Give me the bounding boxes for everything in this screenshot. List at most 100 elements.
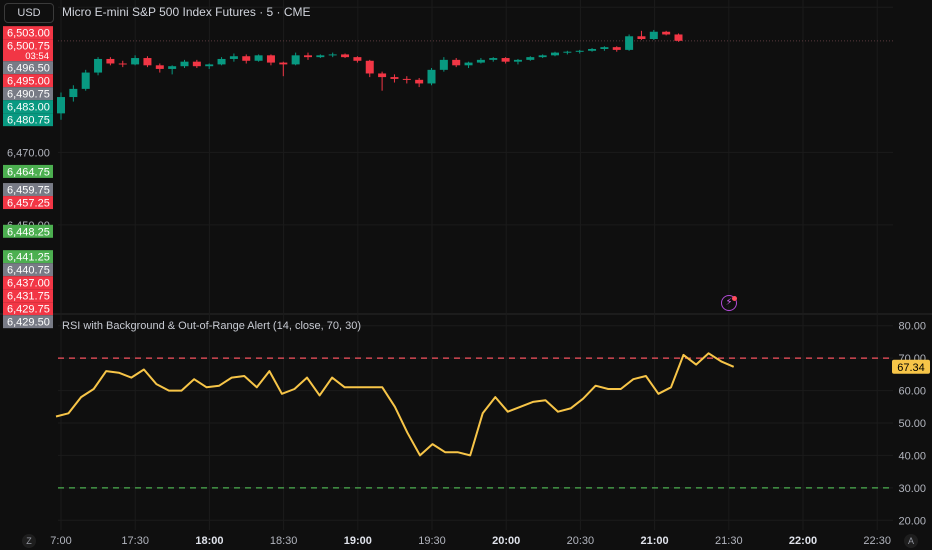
time-axis: 7:00 17:30 18:00 18:30 19:00 19:30 20:00 20:30 2… — [50, 535, 891, 547]
price-label-text: 6,459.75 — [7, 185, 50, 197]
candle-body — [674, 34, 683, 41]
candle-body — [353, 57, 362, 61]
price-label-text: 6,437.00 — [7, 278, 50, 290]
candle-body — [279, 62, 288, 65]
candle-body — [291, 55, 300, 65]
candle-body — [81, 72, 90, 89]
price-label-text: 6,429.75 — [7, 304, 50, 316]
zoom-button[interactable]: Z — [22, 534, 36, 548]
candle-body — [551, 52, 559, 56]
candle-body — [131, 58, 140, 65]
candle-body — [180, 61, 189, 67]
rsi-tick-label: 30.00 — [898, 483, 926, 495]
candle-body — [328, 54, 337, 56]
auto-scale-button[interactable]: A — [904, 534, 918, 548]
time-tick-label: 21:30 — [715, 535, 743, 547]
price-label-text: 6,496.50 — [7, 63, 50, 75]
time-tick-label: 20:30 — [567, 535, 595, 547]
candle-body — [254, 55, 263, 61]
candle-body — [526, 57, 535, 60]
price-label-text: 6,490.75 — [7, 89, 50, 101]
candle-body — [205, 64, 214, 67]
candle-body — [662, 31, 671, 35]
candle-body — [217, 58, 226, 65]
candle-body — [242, 56, 251, 61]
candle-body — [649, 31, 658, 39]
time-tick-label: 17:30 — [121, 535, 149, 547]
price-label-text: 6,448.25 — [7, 226, 50, 238]
time-tick-label: 22:00 — [789, 535, 817, 547]
price-label-text: 6,480.75 — [7, 115, 50, 127]
candle-body — [501, 58, 510, 62]
chart-title: Micro E-mini S&P 500 Index Futures · 5 ·… — [62, 5, 311, 19]
price-label-text: 6,457.25 — [7, 198, 50, 210]
candle-body — [427, 69, 436, 84]
candle-body — [341, 54, 350, 58]
rsi-current-label: 67.34 — [897, 362, 925, 374]
candle-body — [192, 61, 201, 67]
price-label-text: 6,483.00 — [7, 102, 50, 114]
time-tick-label: 22:30 — [863, 535, 891, 547]
candle-body — [600, 47, 609, 49]
rsi-axis: 80.0070.0060.0050.0040.0030.0020.0067.34 — [892, 321, 930, 527]
rsi-tick-label: 20.00 — [898, 515, 926, 527]
candle-body — [637, 36, 646, 39]
time-tick-label: 19:30 — [418, 535, 446, 547]
candle-body — [612, 47, 621, 50]
candle-body — [106, 58, 115, 64]
candle-body — [118, 63, 127, 65]
rsi-tick-label: 80.00 — [898, 321, 926, 333]
candle-body — [229, 56, 238, 59]
candle-body — [365, 60, 374, 74]
price-label-text: 6,441.25 — [7, 252, 50, 264]
candle-body — [143, 58, 152, 66]
candle-body — [390, 77, 399, 79]
candle-body — [304, 55, 312, 58]
candle-body — [625, 36, 634, 50]
rsi-indicator-title[interactable]: RSI with Background & Out-of-Range Alert… — [62, 320, 361, 332]
rsi-tick-label: 50.00 — [898, 418, 926, 430]
candle-body — [155, 65, 164, 69]
chart-canvas: 6,510.006,470.006,450.006,503.006,500.75… — [0, 0, 932, 547]
price-label-countdown: 03:54 — [25, 51, 49, 62]
price-label-text: 6,431.75 — [7, 291, 50, 303]
price-axis: 6,510.006,470.006,450.006,503.006,500.75… — [3, 2, 53, 329]
candle-body — [575, 50, 584, 52]
candle-body — [538, 55, 547, 58]
gridlines — [0, 0, 932, 530]
candle-body — [415, 79, 424, 84]
candle-body — [316, 55, 325, 58]
price-label-text: 6,429.50 — [7, 317, 50, 329]
time-tick-label: 19:00 — [344, 535, 372, 547]
time-tick-label: 20:00 — [492, 535, 520, 547]
candle-body — [439, 59, 448, 70]
candles — [57, 29, 683, 120]
candle-body — [563, 51, 572, 53]
candle-body — [489, 58, 498, 60]
candle-body — [402, 78, 411, 80]
rsi-tick-label: 40.00 — [898, 450, 926, 462]
candle-body — [168, 66, 177, 69]
candle-body — [588, 48, 597, 51]
alert-dot — [732, 296, 737, 301]
candle-body — [452, 59, 461, 66]
time-tick-label: 18:30 — [270, 535, 298, 547]
candle-body — [69, 88, 78, 98]
price-label-text: 6,495.00 — [7, 76, 50, 88]
price-label-text: 6,464.75 — [7, 166, 50, 178]
price-label-text: 6,440.75 — [7, 265, 50, 277]
candle-body — [476, 59, 485, 63]
candle-body — [513, 59, 522, 62]
rsi-tick-label: 60.00 — [898, 386, 926, 398]
rsi-line — [55, 352, 735, 457]
rsi-series-line — [55, 352, 735, 457]
candle-body — [94, 58, 103, 73]
candle-body — [378, 73, 387, 78]
candle-body — [464, 62, 473, 66]
price-label-text: 6,503.00 — [7, 28, 50, 40]
time-tick-label: 7:00 — [50, 535, 71, 547]
candle-body — [57, 97, 65, 114]
currency-button[interactable]: USD — [4, 3, 54, 23]
time-tick-label: 21:00 — [641, 535, 669, 547]
candle-body — [266, 55, 275, 63]
